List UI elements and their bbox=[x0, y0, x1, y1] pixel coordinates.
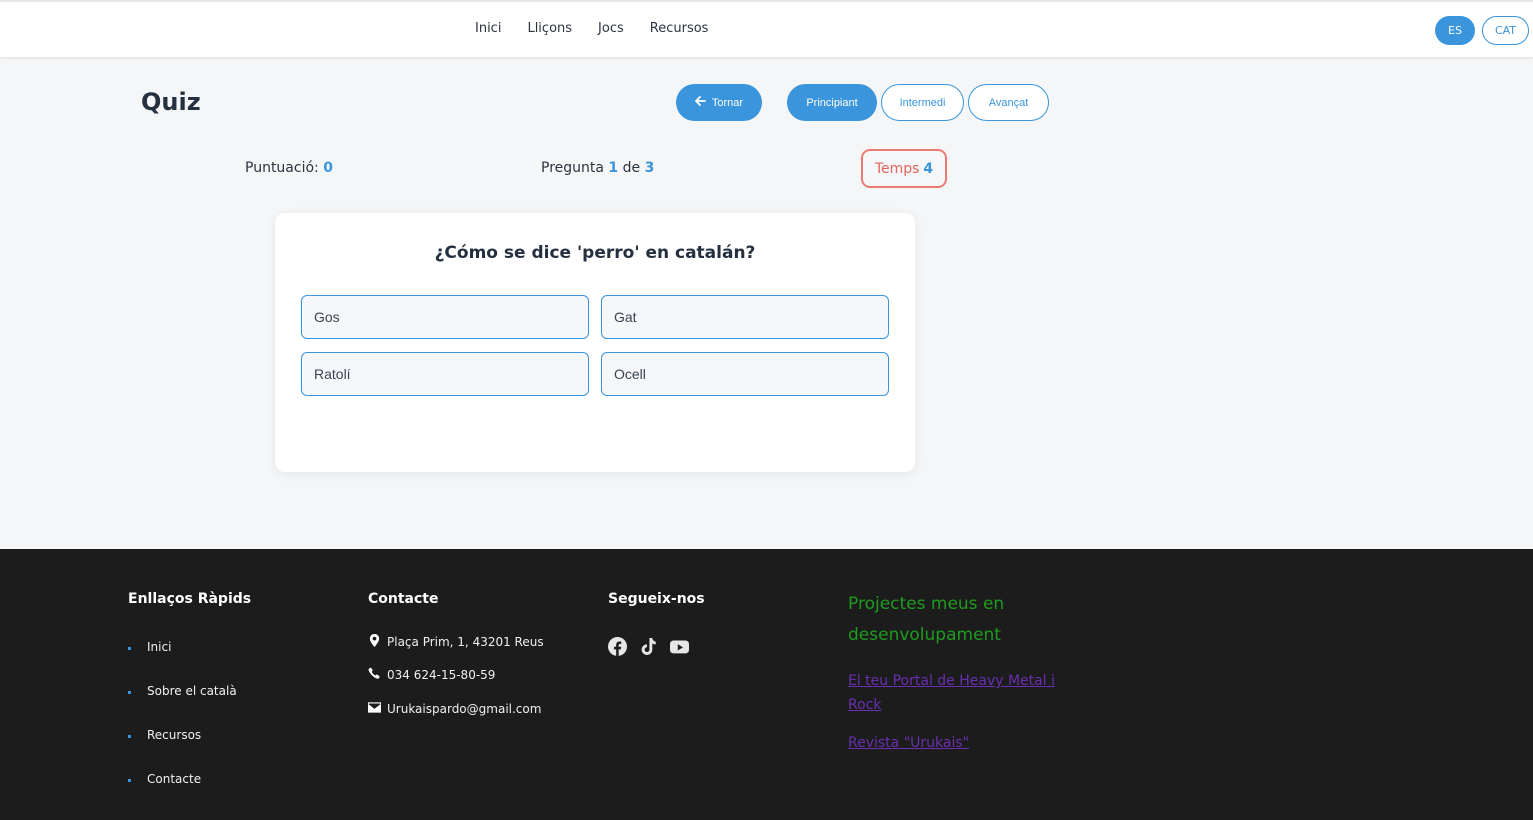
list-item: Recursos bbox=[128, 728, 237, 772]
bullet-icon bbox=[128, 779, 131, 782]
email-text: Urukaispardo@gmail.com bbox=[387, 702, 542, 716]
nav-item-llicons[interactable]: Lliçons bbox=[527, 21, 572, 36]
timer-value: 4 bbox=[923, 160, 934, 177]
tiktok-icon[interactable] bbox=[639, 637, 658, 656]
project-link-heavy-metal[interactable]: El teu Portal de Heavy Metal i Rock bbox=[848, 669, 1058, 717]
nav-item-recursos[interactable]: Recursos bbox=[650, 21, 709, 36]
map-pin-icon bbox=[368, 634, 381, 650]
quick-links-title: Enllaços Ràpids bbox=[128, 591, 252, 607]
list-item: Inici bbox=[128, 640, 237, 684]
back-button-label: Tornar bbox=[711, 96, 744, 109]
timer-badge: Temps 4 bbox=[861, 149, 947, 188]
footer-link-inici[interactable]: Inici bbox=[147, 640, 171, 654]
footer-link-sobre[interactable]: Sobre el català bbox=[147, 684, 237, 698]
score-label: Puntuació: bbox=[245, 160, 319, 176]
main-nav: Inici Lliçons Jocs Recursos bbox=[475, 21, 708, 36]
contact-title: Contacte bbox=[368, 591, 439, 607]
bullet-icon bbox=[128, 735, 131, 738]
level-intermedi-button[interactable]: Intermedi bbox=[881, 84, 964, 121]
bullet-icon bbox=[128, 647, 131, 650]
question-total: 3 bbox=[644, 160, 655, 176]
question-current: 1 bbox=[608, 160, 619, 176]
phone-icon bbox=[368, 667, 381, 683]
contact-phone: 034 624-15-80-59 bbox=[368, 667, 495, 683]
youtube-icon[interactable] bbox=[670, 637, 689, 656]
level-avancat-button[interactable]: Avançat bbox=[968, 84, 1049, 121]
footer: Enllaços Ràpids Inici Sobre el català Re… bbox=[0, 549, 1533, 820]
nav-item-jocs[interactable]: Jocs bbox=[598, 21, 624, 36]
follow-title: Segueix-nos bbox=[608, 591, 705, 607]
answer-option[interactable]: Gos bbox=[301, 295, 589, 339]
lang-cat-button[interactable]: CAT bbox=[1482, 16, 1529, 45]
quiz-card: ¿Cómo se dice 'perro' en catalán? Gos Ga… bbox=[275, 213, 915, 472]
level-principiant-button[interactable]: Principiant bbox=[787, 84, 877, 121]
score-value: 0 bbox=[323, 160, 333, 176]
contact-address: Plaça Prim, 1, 43201 Reus bbox=[368, 634, 544, 650]
answer-option[interactable]: Ratolí bbox=[301, 352, 589, 396]
arrow-left-icon bbox=[695, 96, 706, 109]
list-item: Contacte bbox=[128, 772, 237, 816]
footer-link-contacte[interactable]: Contacte bbox=[147, 772, 201, 786]
address-text: Plaça Prim, 1, 43201 Reus bbox=[387, 635, 544, 649]
phone-text: 034 624-15-80-59 bbox=[387, 668, 496, 682]
envelope-icon bbox=[368, 701, 381, 717]
timer-label: Temps bbox=[874, 160, 920, 177]
nav-item-inici[interactable]: Inici bbox=[475, 21, 501, 36]
question-of-label: de bbox=[622, 160, 641, 176]
back-button[interactable]: Tornar bbox=[676, 84, 762, 121]
score-display: Puntuació: 0 bbox=[245, 160, 333, 176]
page-title: Quiz bbox=[141, 88, 201, 116]
bullet-icon bbox=[128, 691, 131, 694]
footer-link-recursos[interactable]: Recursos bbox=[147, 728, 201, 742]
top-navbar: Inici Lliçons Jocs Recursos ES CAT bbox=[0, 0, 1533, 57]
contact-email: Urukaispardo@gmail.com bbox=[368, 701, 541, 717]
projects-title: Projectes meus en desenvolupament bbox=[848, 594, 1005, 645]
question-text: ¿Cómo se dice 'perro' en catalán? bbox=[434, 243, 756, 263]
quick-links-list: Inici Sobre el català Recursos Contacte bbox=[128, 640, 237, 816]
project-link-revista[interactable]: Revista "Urukais" bbox=[848, 731, 1058, 755]
answer-option[interactable]: Gat bbox=[601, 295, 889, 339]
social-icons bbox=[608, 637, 689, 656]
facebook-icon[interactable] bbox=[608, 637, 627, 656]
lang-es-button[interactable]: ES bbox=[1435, 16, 1475, 45]
question-counter: Pregunta 1 de 3 bbox=[541, 160, 654, 176]
question-counter-label: Pregunta bbox=[541, 160, 604, 176]
list-item: Sobre el català bbox=[128, 684, 237, 728]
answer-option[interactable]: Ocell bbox=[601, 352, 889, 396]
